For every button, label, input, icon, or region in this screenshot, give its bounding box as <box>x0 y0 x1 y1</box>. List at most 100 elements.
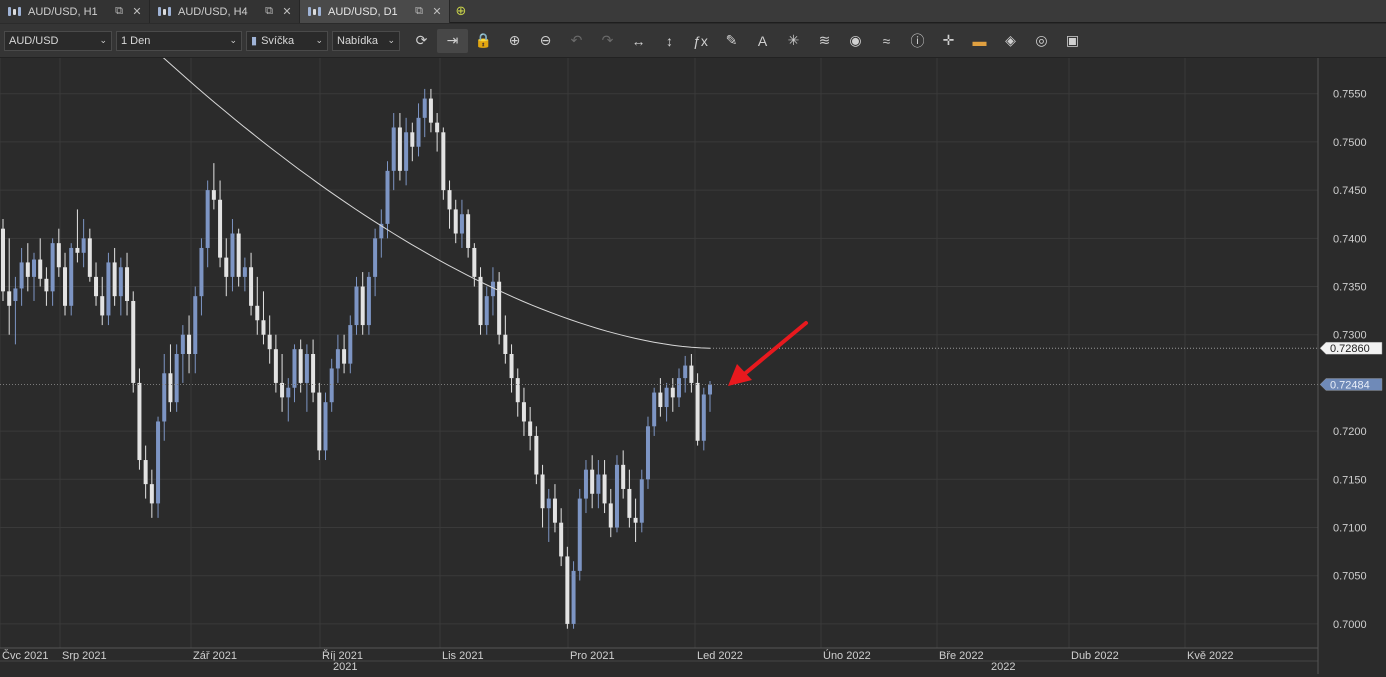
tab-2[interactable]: AUD/USD, H4 ⧉ ✕ <box>150 0 300 23</box>
candle-body[interactable] <box>447 190 452 210</box>
candle-body[interactable] <box>32 259 37 277</box>
candle-body[interactable] <box>366 276 371 326</box>
candle-body[interactable] <box>156 421 161 504</box>
candle-body[interactable] <box>621 464 626 489</box>
candle-body[interactable] <box>162 373 167 422</box>
candle-body[interactable] <box>205 190 210 248</box>
candle-body[interactable] <box>385 170 390 224</box>
close-icon[interactable]: ✕ <box>131 5 143 18</box>
popout-icon[interactable]: ⧉ <box>263 5 275 18</box>
candle-body[interactable] <box>577 498 582 571</box>
candle-body[interactable] <box>94 276 99 297</box>
candle-body[interactable] <box>273 349 278 383</box>
lock-icon[interactable]: 🔒 <box>468 29 499 53</box>
auto-scroll-icon[interactable]: ⇥ <box>437 28 468 53</box>
candle-body[interactable] <box>478 276 483 326</box>
undo-icon[interactable]: ↶ <box>561 29 592 53</box>
candle-body[interactable] <box>633 517 638 523</box>
candle-body[interactable] <box>596 474 601 494</box>
candle-body[interactable] <box>695 382 700 441</box>
candle-body[interactable] <box>1 228 5 292</box>
candle-body[interactable] <box>391 127 396 171</box>
candle-body[interactable] <box>218 199 223 258</box>
candle-body[interactable] <box>664 387 669 408</box>
candle-body[interactable] <box>280 382 285 398</box>
target-icon[interactable]: ◎ <box>1026 29 1057 53</box>
layers-icon[interactable]: ≋ <box>809 29 840 53</box>
candle-body[interactable] <box>404 132 409 171</box>
price-chart[interactable]: 0.7550 0.7500 0.7450 0.7400 0.7350 0.7300 0.72… <box>0 45 1386 674</box>
candle-body[interactable] <box>484 296 489 326</box>
candle-body[interactable] <box>304 354 309 383</box>
candle-body[interactable] <box>441 132 446 191</box>
candle-body[interactable] <box>100 296 105 316</box>
candle-body[interactable] <box>354 286 359 326</box>
candle-body[interactable] <box>410 132 415 147</box>
close-icon[interactable]: ✕ <box>431 5 443 18</box>
candle-body[interactable] <box>602 474 607 504</box>
candle-body[interactable] <box>75 247 80 253</box>
candle-body[interactable] <box>689 365 694 383</box>
add-chart-icon[interactable]: ⊕ <box>450 0 472 22</box>
candle-body[interactable] <box>311 354 316 393</box>
close-icon[interactable]: ✕ <box>281 5 293 18</box>
candle-body[interactable] <box>143 460 148 485</box>
candle-body[interactable] <box>416 117 421 147</box>
candle-body[interactable] <box>174 354 179 403</box>
candle-body[interactable] <box>701 394 706 441</box>
candle-body[interactable] <box>435 122 440 133</box>
candle-body[interactable] <box>131 300 136 383</box>
candle-body[interactable] <box>645 426 650 480</box>
candle-body[interactable] <box>627 488 632 518</box>
candle-body[interactable] <box>639 479 644 523</box>
candle-body[interactable] <box>81 238 86 253</box>
candle-body[interactable] <box>38 259 43 279</box>
candle-body[interactable] <box>373 238 378 277</box>
candle-body[interactable] <box>652 392 657 427</box>
candle-body[interactable] <box>540 474 545 509</box>
candle-body[interactable] <box>658 392 663 408</box>
candle-body[interactable] <box>397 127 402 171</box>
candle-body[interactable] <box>199 247 204 297</box>
candle-body[interactable] <box>137 382 142 461</box>
redo-icon[interactable]: ↷ <box>592 29 623 53</box>
zoom-in-icon[interactable]: ⊕ <box>499 29 530 53</box>
candle-body[interactable] <box>56 243 61 268</box>
crosshair-star-icon[interactable]: ✳ <box>778 29 809 53</box>
candle-body[interactable] <box>590 469 595 494</box>
vertical-fit-icon[interactable]: ↕ <box>654 29 685 53</box>
candle-body[interactable] <box>708 384 712 395</box>
candle-body[interactable] <box>168 373 173 403</box>
candle-body[interactable] <box>69 247 74 306</box>
candle-body[interactable] <box>230 233 235 277</box>
candle-body[interactable] <box>335 349 340 369</box>
candle-body[interactable] <box>323 402 328 451</box>
candle-body[interactable] <box>583 469 588 499</box>
candlestick-chart[interactable]: 0.75500.75000.74500.74000.73500.73000.72… <box>0 45 1386 674</box>
candle-body[interactable] <box>224 257 229 277</box>
candle-body[interactable] <box>19 262 24 289</box>
refresh-icon[interactable]: ⟳ <box>406 29 437 53</box>
candle-body[interactable] <box>342 349 347 364</box>
crosshair-icon[interactable]: ✛ <box>933 29 964 53</box>
candle-body[interactable] <box>63 267 68 306</box>
candle-body[interactable] <box>614 464 619 528</box>
candle-body[interactable] <box>25 262 30 277</box>
candle-body[interactable] <box>317 392 322 451</box>
candle-body[interactable] <box>267 334 272 350</box>
candle-body[interactable] <box>546 498 551 509</box>
candle-body[interactable] <box>571 570 576 624</box>
symbol-select[interactable]: AUD/USD ⌄ <box>4 30 112 51</box>
candle-body[interactable] <box>422 98 427 118</box>
eye-icon[interactable]: ◉ <box>840 29 871 53</box>
color-bar-icon[interactable]: ▬ <box>964 29 995 53</box>
candle-body[interactable] <box>13 288 18 301</box>
candle-body[interactable] <box>236 233 241 277</box>
candle-body[interactable] <box>112 262 117 297</box>
text-tool-icon[interactable]: A <box>747 29 778 53</box>
candle-body[interactable] <box>7 291 12 306</box>
candle-body[interactable] <box>249 267 254 306</box>
candle-body[interactable] <box>292 349 297 388</box>
candle-body[interactable] <box>459 214 464 234</box>
price-type-select[interactable]: Nabídka ⌄ <box>332 30 400 51</box>
